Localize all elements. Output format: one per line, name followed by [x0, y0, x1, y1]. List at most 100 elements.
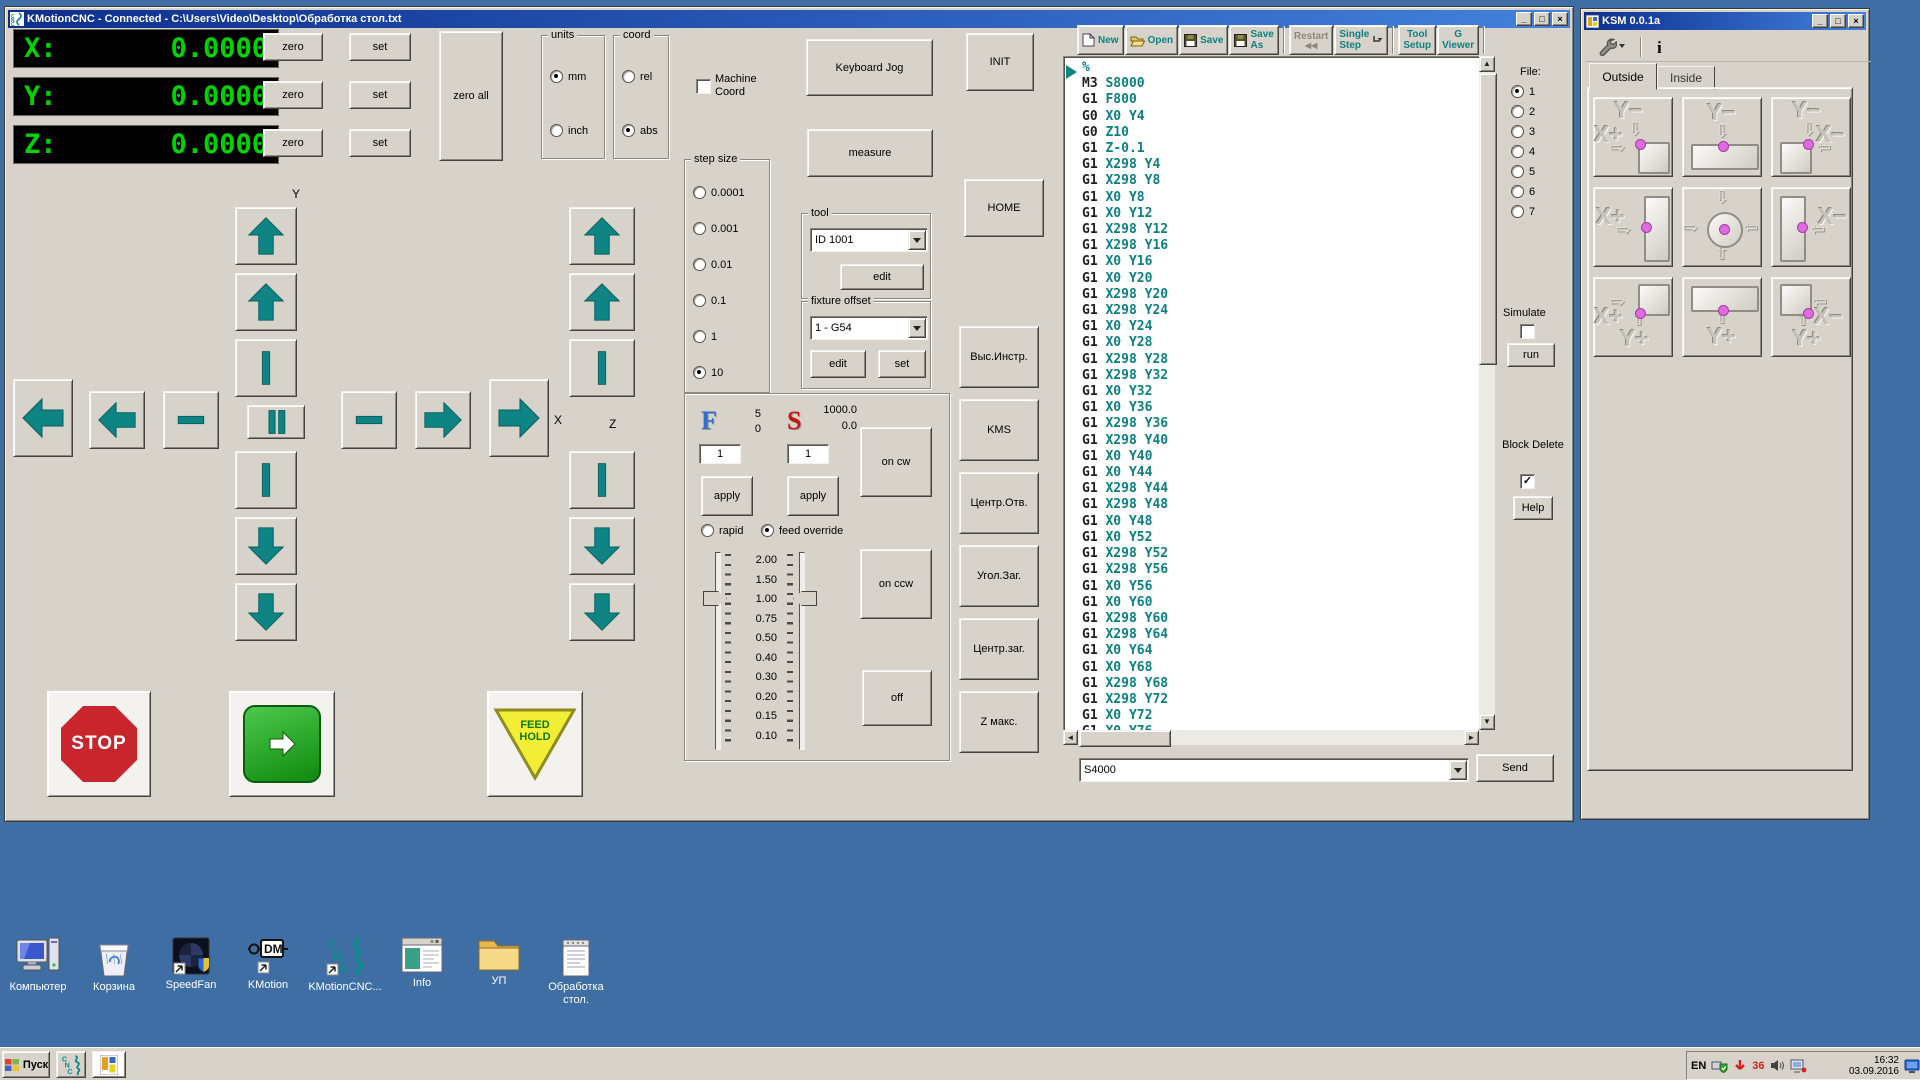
probe-tl-button[interactable]: Y−X+⇩⇨ [1593, 97, 1673, 177]
zero-x-button[interactable]: zero [263, 33, 323, 61]
feed-override-radio[interactable]: feed override [761, 524, 843, 537]
jog-pause-button[interactable] [247, 405, 305, 439]
spindle-on-ccw-button[interactable]: on ccw [860, 549, 932, 619]
feed-hold-button[interactable]: FEED HOLD [487, 691, 583, 797]
probe-top-button[interactable]: Y−⇩ [1682, 97, 1762, 177]
jog-y-minus-step-button[interactable] [235, 451, 297, 509]
step-size-option-10[interactable]: 10 [693, 366, 745, 379]
keyboard-jog-button[interactable]: Keyboard Jog [806, 39, 933, 96]
jog-y-minus-fast-button[interactable] [235, 583, 297, 641]
security-shield-icon[interactable] [1711, 1058, 1728, 1074]
file-option-4[interactable]: 4 [1511, 145, 1535, 158]
probe-br-button[interactable]: X−Y+⇦⇧ [1771, 277, 1851, 357]
taskbar-ksm-button[interactable] [92, 1051, 126, 1078]
maximize-button[interactable]: □ [1534, 12, 1550, 26]
fixture-offset-combobox[interactable]: 1 - G54 [810, 316, 928, 340]
scroll-left-button[interactable]: ◄ [1063, 730, 1078, 745]
file-option-7[interactable]: 7 [1511, 205, 1535, 218]
jog-x-plus-step-button[interactable] [341, 391, 397, 449]
coord-rel-radio[interactable]: rel [622, 70, 652, 83]
gcode-vscrollbar[interactable]: ▲ ▼ [1479, 56, 1495, 730]
set-z-button[interactable]: set [349, 129, 411, 157]
jog-z-minus-step-button[interactable] [569, 451, 635, 509]
jog-z-minus-fast-button[interactable] [569, 583, 635, 641]
tool-setup-button[interactable]: Tool Setup [1398, 25, 1436, 55]
temperature-indicator[interactable]: 36 [1752, 1060, 1764, 1072]
restart-button[interactable]: Restart◀◀ [1289, 25, 1333, 55]
scroll-down-button[interactable]: ▼ [1479, 714, 1495, 730]
jog-z-plus-step-button[interactable] [569, 339, 635, 397]
desktop-icon-document[interactable]: Обработка стол. [538, 936, 614, 1007]
fixture-edit-button[interactable]: edit [810, 350, 866, 378]
tool-combobox[interactable]: ID 1001 [810, 228, 928, 252]
measure-button[interactable]: measure [807, 129, 933, 177]
open-button[interactable]: Open [1125, 25, 1179, 55]
units-inch-radio[interactable]: inch [550, 124, 588, 137]
step-size-option-0.0001[interactable]: 0.0001 [693, 186, 745, 199]
save-button[interactable]: Save [1179, 25, 1228, 55]
step-size-option-0.01[interactable]: 0.01 [693, 258, 745, 271]
jog-y-plus-step-button[interactable] [235, 339, 297, 397]
save-as-button[interactable]: Save As [1229, 25, 1278, 55]
tab-outside[interactable]: Outside [1589, 63, 1657, 90]
minimize-button[interactable]: _ [1516, 12, 1532, 26]
probe-bl-button[interactable]: X+Y+⇨⇧ [1593, 277, 1673, 357]
probe-center-button[interactable]: ⇩⇨⇦⇧ [1682, 187, 1762, 267]
feed-apply-button[interactable]: apply [701, 476, 753, 516]
desktop-icon-speedfan[interactable]: SpeedFan [153, 936, 229, 992]
file-option-5[interactable]: 5 [1511, 165, 1535, 178]
feed-slider-thumb[interactable] [703, 591, 727, 606]
jog-z-minus-button[interactable] [569, 517, 635, 575]
desktop-icon-kmotion[interactable]: DM KMotion [230, 936, 306, 992]
run-button[interactable]: run [1507, 343, 1555, 367]
macro-button-2[interactable]: KMS [959, 399, 1039, 461]
taskbar-kmotioncnc-button[interactable]: C N C [56, 1051, 86, 1078]
jog-x-minus-button[interactable] [89, 391, 145, 449]
maximize-button[interactable]: □ [1830, 14, 1846, 28]
jog-x-plus-fast-button[interactable] [489, 379, 549, 457]
chevron-down-icon[interactable] [908, 230, 926, 250]
network-status-icon[interactable] [1790, 1058, 1807, 1074]
single-step-button[interactable]: Single Step [1334, 25, 1388, 55]
chevron-down-icon[interactable] [908, 318, 926, 338]
stop-button[interactable]: STOP [47, 691, 151, 797]
mdi-combobox[interactable]: S4000 [1079, 758, 1469, 782]
desktop-icon-computer[interactable]: Компьютер [0, 936, 76, 994]
chevron-down-icon[interactable] [1449, 760, 1467, 780]
close-button[interactable]: × [1552, 12, 1568, 26]
probe-left-button[interactable]: X+⇨ [1593, 187, 1673, 267]
home-button[interactable]: HOME [964, 179, 1044, 237]
spindle-input[interactable]: 1 [787, 444, 829, 464]
macro-button-4[interactable]: Угол.Заг. [959, 545, 1039, 607]
help-button[interactable]: Help [1513, 496, 1553, 520]
init-button[interactable]: INIT [966, 33, 1034, 91]
spindle-on-cw-button[interactable]: on cw [860, 427, 932, 497]
macro-button-1[interactable]: Выс.Инстр. [959, 326, 1039, 388]
gcode-editor[interactable]: %M3 S8000G1 F800G0 X0 Y4G0 Z10G1 Z-0.1G1… [1063, 56, 1481, 732]
set-y-button[interactable]: set [349, 81, 411, 109]
jog-x-minus-fast-button[interactable] [13, 379, 73, 457]
macro-button-3[interactable]: Центр.Отв. [959, 472, 1039, 534]
ksm-titlebar[interactable]: KSM 0.0.1a _ □ × [1584, 12, 1866, 30]
zero-z-button[interactable]: zero [263, 129, 323, 157]
file-option-3[interactable]: 3 [1511, 125, 1535, 138]
update-arrow-icon[interactable] [1733, 1058, 1747, 1074]
feed-override-slider[interactable] [715, 552, 721, 750]
tool-edit-button[interactable]: edit [840, 264, 924, 290]
speaker-icon[interactable] [1770, 1058, 1785, 1073]
jog-z-plus-button[interactable] [569, 273, 635, 331]
scroll-up-button[interactable]: ▲ [1479, 56, 1495, 72]
probe-tr-button[interactable]: Y−X−⇩⇦ [1771, 97, 1851, 177]
step-size-option-0.1[interactable]: 0.1 [693, 294, 745, 307]
probe-right-button[interactable]: X−⇦ [1771, 187, 1851, 267]
spindle-override-slider[interactable] [799, 552, 805, 750]
step-size-option-0.001[interactable]: 0.001 [693, 222, 745, 235]
language-indicator[interactable]: EN [1691, 1060, 1706, 1072]
fixture-set-button[interactable]: set [878, 350, 926, 378]
block-delete-checkbox[interactable] [1520, 474, 1535, 489]
close-button[interactable]: × [1848, 14, 1864, 28]
jog-y-plus-fast-button[interactable] [235, 207, 297, 265]
hscroll-thumb[interactable] [1079, 730, 1171, 747]
gcode-hscrollbar[interactable]: ◄ ► [1063, 730, 1479, 745]
feed-input[interactable]: 1 [699, 444, 741, 464]
